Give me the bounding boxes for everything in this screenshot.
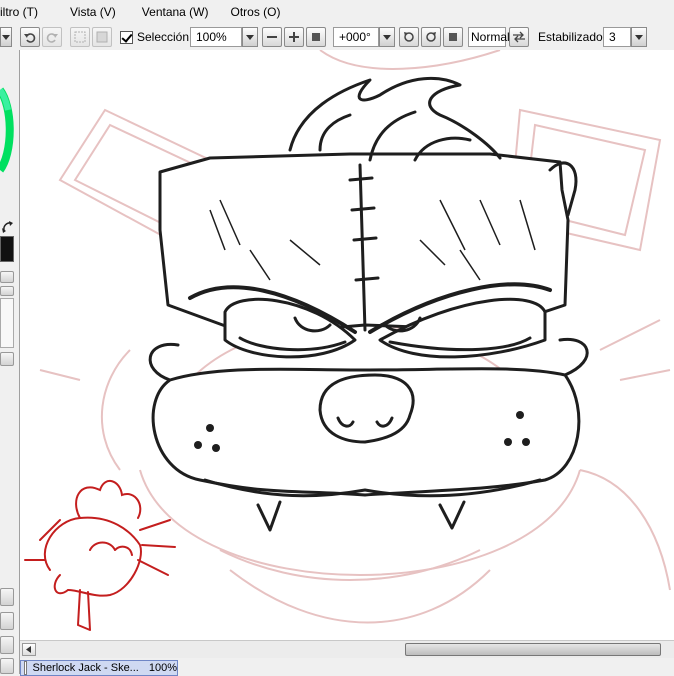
arrow-left-icon xyxy=(26,646,31,653)
document-icon xyxy=(24,661,28,675)
plus-icon xyxy=(289,32,299,42)
chevron-down-icon xyxy=(2,34,10,40)
panel-scroll-track[interactable] xyxy=(0,298,14,348)
invert-selection-icon xyxy=(96,31,108,43)
panel-tool-button[interactable] xyxy=(0,612,14,630)
artwork xyxy=(24,50,671,631)
swap-colors-icon[interactable] xyxy=(2,221,14,233)
document-tab-title: Sherlock Jack - Ske... xyxy=(32,662,139,674)
primary-color-swatch[interactable] xyxy=(0,236,14,262)
zoom-out-button[interactable] xyxy=(262,27,282,47)
blend-mode-value: Normal xyxy=(471,30,510,44)
panel-scroll-thumb[interactable] xyxy=(0,286,14,296)
ink-face-layer xyxy=(148,76,589,532)
menu-bar: iltro (T) Vista (V) Ventana (W) Otros (O… xyxy=(0,0,674,24)
panel-tool-button[interactable] xyxy=(0,658,14,674)
menu-item-otros[interactable]: Otros (O) xyxy=(231,5,281,19)
selection-checkbox[interactable]: Selección xyxy=(120,27,189,47)
rotate-ccw-button[interactable] xyxy=(399,27,419,47)
undo-button[interactable] xyxy=(20,27,40,47)
rotate-right-icon xyxy=(426,32,436,42)
zoom-in-button[interactable] xyxy=(284,27,304,47)
square-icon xyxy=(449,33,457,41)
menu-item-ventana[interactable]: Ventana (W) xyxy=(142,5,209,19)
zoom-field[interactable]: 100% xyxy=(190,27,242,47)
stabilizer-dropdown-button[interactable] xyxy=(631,27,647,47)
menu-item-filtro[interactable]: iltro (T) xyxy=(0,5,38,19)
zoom-value: 100% xyxy=(196,30,227,44)
document-tab-bar: Sherlock Jack - Ske... 100% xyxy=(20,658,674,676)
chevron-down-icon xyxy=(246,34,254,40)
deselect-button[interactable] xyxy=(70,27,90,47)
red-sketch-layer xyxy=(24,480,176,631)
rotate-cw-button[interactable] xyxy=(421,27,441,47)
zoom-reset-button[interactable] xyxy=(306,27,326,47)
toolbar: Selección 100% +000° Normal Estabilizado… xyxy=(0,24,674,51)
drawing-canvas[interactable] xyxy=(20,50,674,640)
scroll-thumb[interactable] xyxy=(405,643,661,656)
blend-mode-field[interactable]: Normal xyxy=(468,27,510,47)
panel-tool-button[interactable] xyxy=(0,636,14,654)
square-icon xyxy=(312,33,320,41)
selection-label: Selección xyxy=(137,30,190,44)
zoom-dropdown-button[interactable] xyxy=(242,27,258,47)
panel-scroll-down-button[interactable] xyxy=(0,352,14,366)
rotation-dropdown-button[interactable] xyxy=(379,27,395,47)
flip-icon xyxy=(513,31,525,43)
redo-button[interactable] xyxy=(42,27,62,47)
scroll-left-button[interactable] xyxy=(22,643,36,656)
chevron-down-icon xyxy=(383,34,391,40)
horizontal-scrollbar[interactable] xyxy=(20,640,674,659)
deselect-icon xyxy=(74,31,86,43)
undo-icon xyxy=(24,33,36,43)
invert-selection-button[interactable] xyxy=(92,27,112,47)
checkbox-checked-icon xyxy=(120,30,133,44)
toolbar-dropdown-button[interactable] xyxy=(0,27,12,47)
rotate-left-icon xyxy=(404,32,414,42)
panel-scroll-up-button[interactable] xyxy=(0,271,14,283)
rotation-value: +000° xyxy=(339,30,371,44)
stabilizer-label: Estabilizador xyxy=(538,30,607,44)
panel-tool-button[interactable] xyxy=(0,588,14,606)
stabilizer-value: 3 xyxy=(609,30,616,44)
flip-horizontal-button[interactable] xyxy=(509,27,529,47)
rotation-field[interactable]: +000° xyxy=(333,27,379,47)
rotation-reset-button[interactable] xyxy=(443,27,463,47)
minus-icon xyxy=(267,36,277,38)
chevron-down-icon xyxy=(635,34,643,40)
left-tool-panel xyxy=(0,50,20,674)
menu-item-vista[interactable]: Vista (V) xyxy=(70,5,116,19)
document-tab-zoom: 100% xyxy=(148,662,177,674)
stabilizer-field[interactable]: 3 xyxy=(603,27,631,47)
redo-icon xyxy=(46,33,58,43)
